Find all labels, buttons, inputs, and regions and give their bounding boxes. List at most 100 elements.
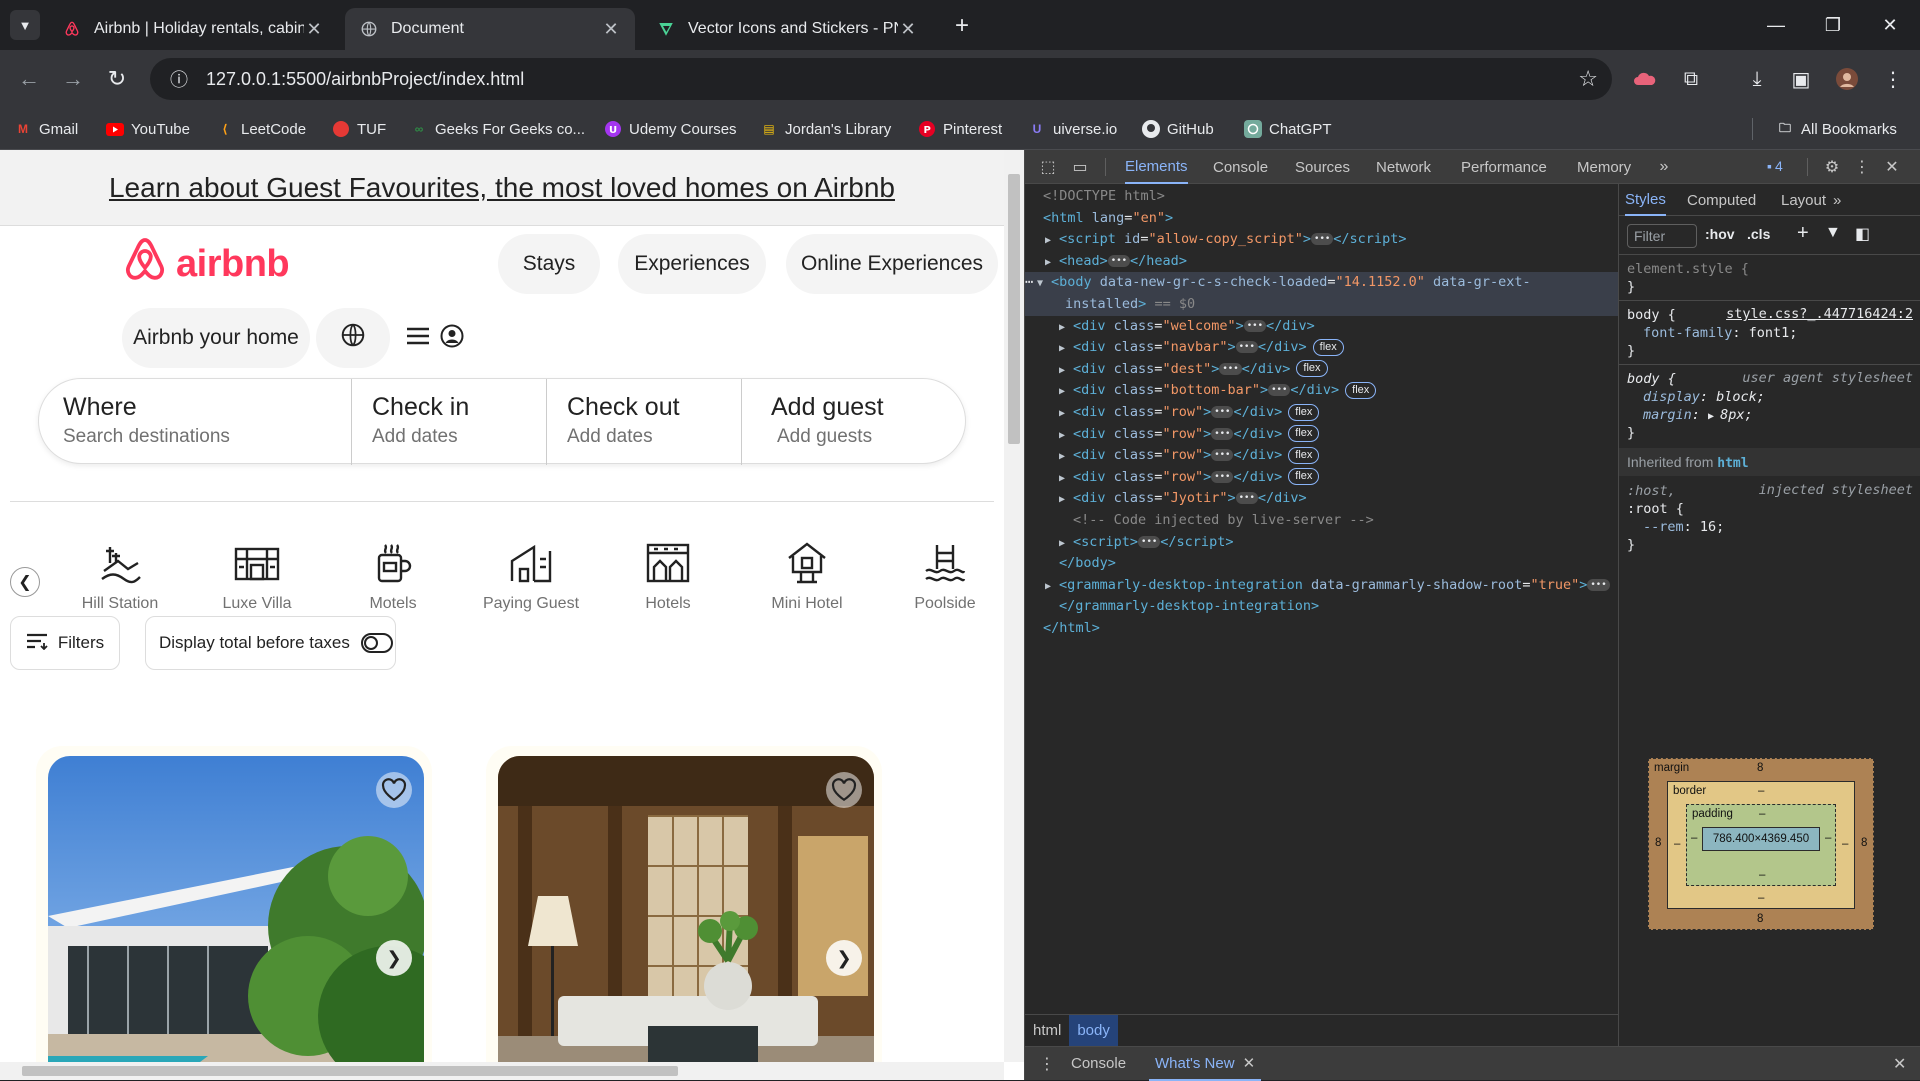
new-tab-button[interactable]: +: [948, 12, 976, 40]
categories-prev-button[interactable]: ❮: [10, 567, 40, 597]
url-text[interactable]: 127.0.0.1:5500/airbnbProject/index.html: [206, 69, 524, 90]
bookmark-youtube[interactable]: YouTube: [106, 116, 190, 142]
all-bookmarks-button[interactable]: 🗀 All Bookmarks: [1776, 116, 1897, 142]
body-rule-selector[interactable]: body {: [1627, 306, 1676, 324]
close-icon[interactable]: ✕: [1243, 1054, 1256, 1072]
tab-performance[interactable]: Performance: [1461, 150, 1547, 184]
bookmark-udemy[interactable]: U Udemy Courses: [604, 116, 737, 142]
stylesheet-link[interactable]: style.css?_.447716424:2: [1726, 306, 1913, 322]
category-motels[interactable]: Motels: [333, 538, 453, 613]
bookmark-gmail[interactable]: M Gmail: [14, 116, 78, 142]
border-top-value[interactable]: –: [1758, 785, 1764, 797]
more-tabs-icon[interactable]: »: [1833, 184, 1841, 216]
dom-node[interactable]: ▶ <div class="row"> ••• </div> flex: [1059, 445, 1320, 467]
tab-network[interactable]: Network: [1376, 150, 1431, 184]
profile-avatar[interactable]: [1832, 64, 1862, 94]
flex-badge[interactable]: flex: [1288, 446, 1320, 464]
scrollbar-thumb[interactable]: [1008, 174, 1020, 444]
dom-node[interactable]: ▶ <div class="row"> ••• </div> flex: [1059, 402, 1320, 424]
bookmark-tuf[interactable]: TUF: [332, 116, 386, 142]
element-style-rule[interactable]: element.style {: [1627, 260, 1749, 278]
margin-decl[interactable]: margin: ▶ 8px;: [1643, 406, 1753, 426]
host-selector[interactable]: :host,: [1627, 482, 1676, 500]
padding-left-value[interactable]: –: [1691, 832, 1697, 844]
padding-top-value[interactable]: –: [1759, 808, 1765, 820]
flex-badge[interactable]: flex: [1345, 381, 1377, 399]
category-hill-station[interactable]: Hill Station: [60, 538, 180, 613]
cls-toggle[interactable]: .cls: [1747, 226, 1770, 242]
tab-elements[interactable]: Elements: [1125, 150, 1188, 184]
search-where[interactable]: Where Search destinations: [63, 379, 343, 465]
more-tabs-icon[interactable]: »: [1653, 156, 1675, 178]
margin-bottom-value[interactable]: 8: [1757, 913, 1763, 925]
tab-sources[interactable]: Sources: [1295, 150, 1350, 184]
close-icon[interactable]: ✕: [601, 19, 621, 40]
box-model-content[interactable]: 786.400×4369.450: [1702, 827, 1820, 851]
listing-card[interactable]: ❯: [498, 756, 874, 1080]
breadcrumb-body[interactable]: body: [1069, 1014, 1118, 1047]
dom-node[interactable]: ▶ <script id="allow-copy_script"> ••• </scr…: [1045, 229, 1406, 251]
dom-node[interactable]: ▶ <script> ••• </script>: [1059, 532, 1233, 554]
bookmark-gfg[interactable]: ∞ Geeks For Geeks co...: [410, 116, 585, 142]
settings-gear-icon[interactable]: ⚙: [1821, 156, 1843, 178]
hov-toggle[interactable]: :hov: [1705, 226, 1735, 242]
kebab-menu-icon[interactable]: ⋮: [1878, 64, 1908, 94]
flex-badge[interactable]: flex: [1288, 425, 1320, 443]
breadcrumb-html[interactable]: html: [1025, 1015, 1069, 1047]
flex-badge[interactable]: flex: [1296, 360, 1328, 378]
issues-badge[interactable]: ▪ 4: [1767, 158, 1783, 174]
dom-node[interactable]: </html>: [1043, 618, 1100, 640]
display-taxes-toggle[interactable]: Display total before taxes: [145, 616, 396, 670]
styles-filter-input[interactable]: Filter: [1627, 224, 1697, 248]
category-hotels[interactable]: Hotels: [608, 538, 728, 613]
toggle-switch[interactable]: [360, 633, 393, 653]
dom-node[interactable]: </grammarly-desktop-integration>: [1059, 596, 1319, 618]
dom-node[interactable]: ▶ <grammarly-desktop-integration data-gra…: [1045, 575, 1610, 597]
window-close-icon[interactable]: ✕: [1870, 10, 1910, 40]
kebab-menu-icon[interactable]: ⋮: [1851, 156, 1873, 178]
box-model-border[interactable]: border – – – – padding – – – – 786.400×4…: [1667, 781, 1855, 909]
margin-left-value[interactable]: 8: [1655, 837, 1661, 849]
dom-node-selected[interactable]: ⋯ ▼ <body data-new-gr-c-s-check-loaded="14…: [1025, 272, 1618, 294]
filters-button[interactable]: Filters: [10, 616, 120, 670]
tab-layout[interactable]: Layout: [1781, 184, 1826, 216]
flex-badge[interactable]: flex: [1312, 338, 1344, 356]
chevron-right-icon[interactable]: ❯: [826, 940, 862, 976]
nav-stays[interactable]: Stays: [498, 234, 600, 294]
tab-airbnb[interactable]: Airbnb | Holiday rentals, cabins, ✕: [48, 8, 338, 50]
tab-computed[interactable]: Computed: [1687, 184, 1756, 216]
dom-node[interactable]: ▶ <div class="bottom-bar"> ••• </div> flex: [1059, 380, 1377, 402]
dom-node[interactable]: <!DOCTYPE html>: [1043, 186, 1165, 208]
bookmark-jordans-library[interactable]: ▤ Jordan's Library: [760, 116, 891, 142]
forward-icon[interactable]: →: [58, 64, 88, 94]
listing-card[interactable]: ❯: [48, 756, 424, 1080]
nav-online-experiences[interactable]: Online Experiences: [786, 234, 998, 294]
device-toolbar-icon[interactable]: ▭: [1069, 156, 1091, 178]
side-panel-icon[interactable]: ▣: [1786, 64, 1816, 94]
category-paying-guest[interactable]: Paying Guest: [471, 538, 591, 613]
bookmark-github[interactable]: GitHub: [1142, 116, 1214, 142]
display-decl[interactable]: display: block;: [1643, 388, 1765, 406]
extension-cloud-icon[interactable]: [1630, 64, 1660, 94]
dom-node[interactable]: ▶ <div class="row"> ••• </div> flex: [1059, 424, 1320, 446]
airbnb-your-home-button[interactable]: Airbnb your home: [122, 308, 310, 368]
drawer-menu-icon[interactable]: ⋮: [1039, 1054, 1055, 1074]
border-right-value[interactable]: –: [1842, 838, 1848, 850]
language-button[interactable]: [316, 308, 390, 368]
bookmark-pinterest[interactable]: P Pinterest: [918, 116, 1002, 142]
inspect-element-icon[interactable]: ⬚: [1037, 156, 1059, 178]
dom-node[interactable]: ▶ <div class="dest"> ••• </div> flex: [1059, 359, 1328, 381]
tab-search-button[interactable]: ▼: [10, 10, 40, 40]
box-model-padding[interactable]: padding – – – – 786.400×4369.450: [1686, 804, 1836, 886]
tab-memory[interactable]: Memory: [1577, 150, 1631, 184]
search-add-guest[interactable]: Add guest Add guests: [771, 379, 951, 465]
reload-icon[interactable]: ↻: [102, 64, 132, 94]
dom-node[interactable]: ▶ <head> ••• </head>: [1045, 251, 1187, 273]
root-selector[interactable]: :root {: [1627, 500, 1684, 518]
paint-brush-icon[interactable]: ▼: [1825, 224, 1841, 242]
download-icon[interactable]: ⤓: [1742, 64, 1772, 94]
dom-comment[interactable]: <!-- Code injected by live-server -->: [1073, 510, 1374, 532]
border-bottom-value[interactable]: –: [1758, 892, 1764, 904]
flex-badge[interactable]: flex: [1288, 468, 1320, 486]
padding-right-value[interactable]: –: [1825, 832, 1831, 844]
